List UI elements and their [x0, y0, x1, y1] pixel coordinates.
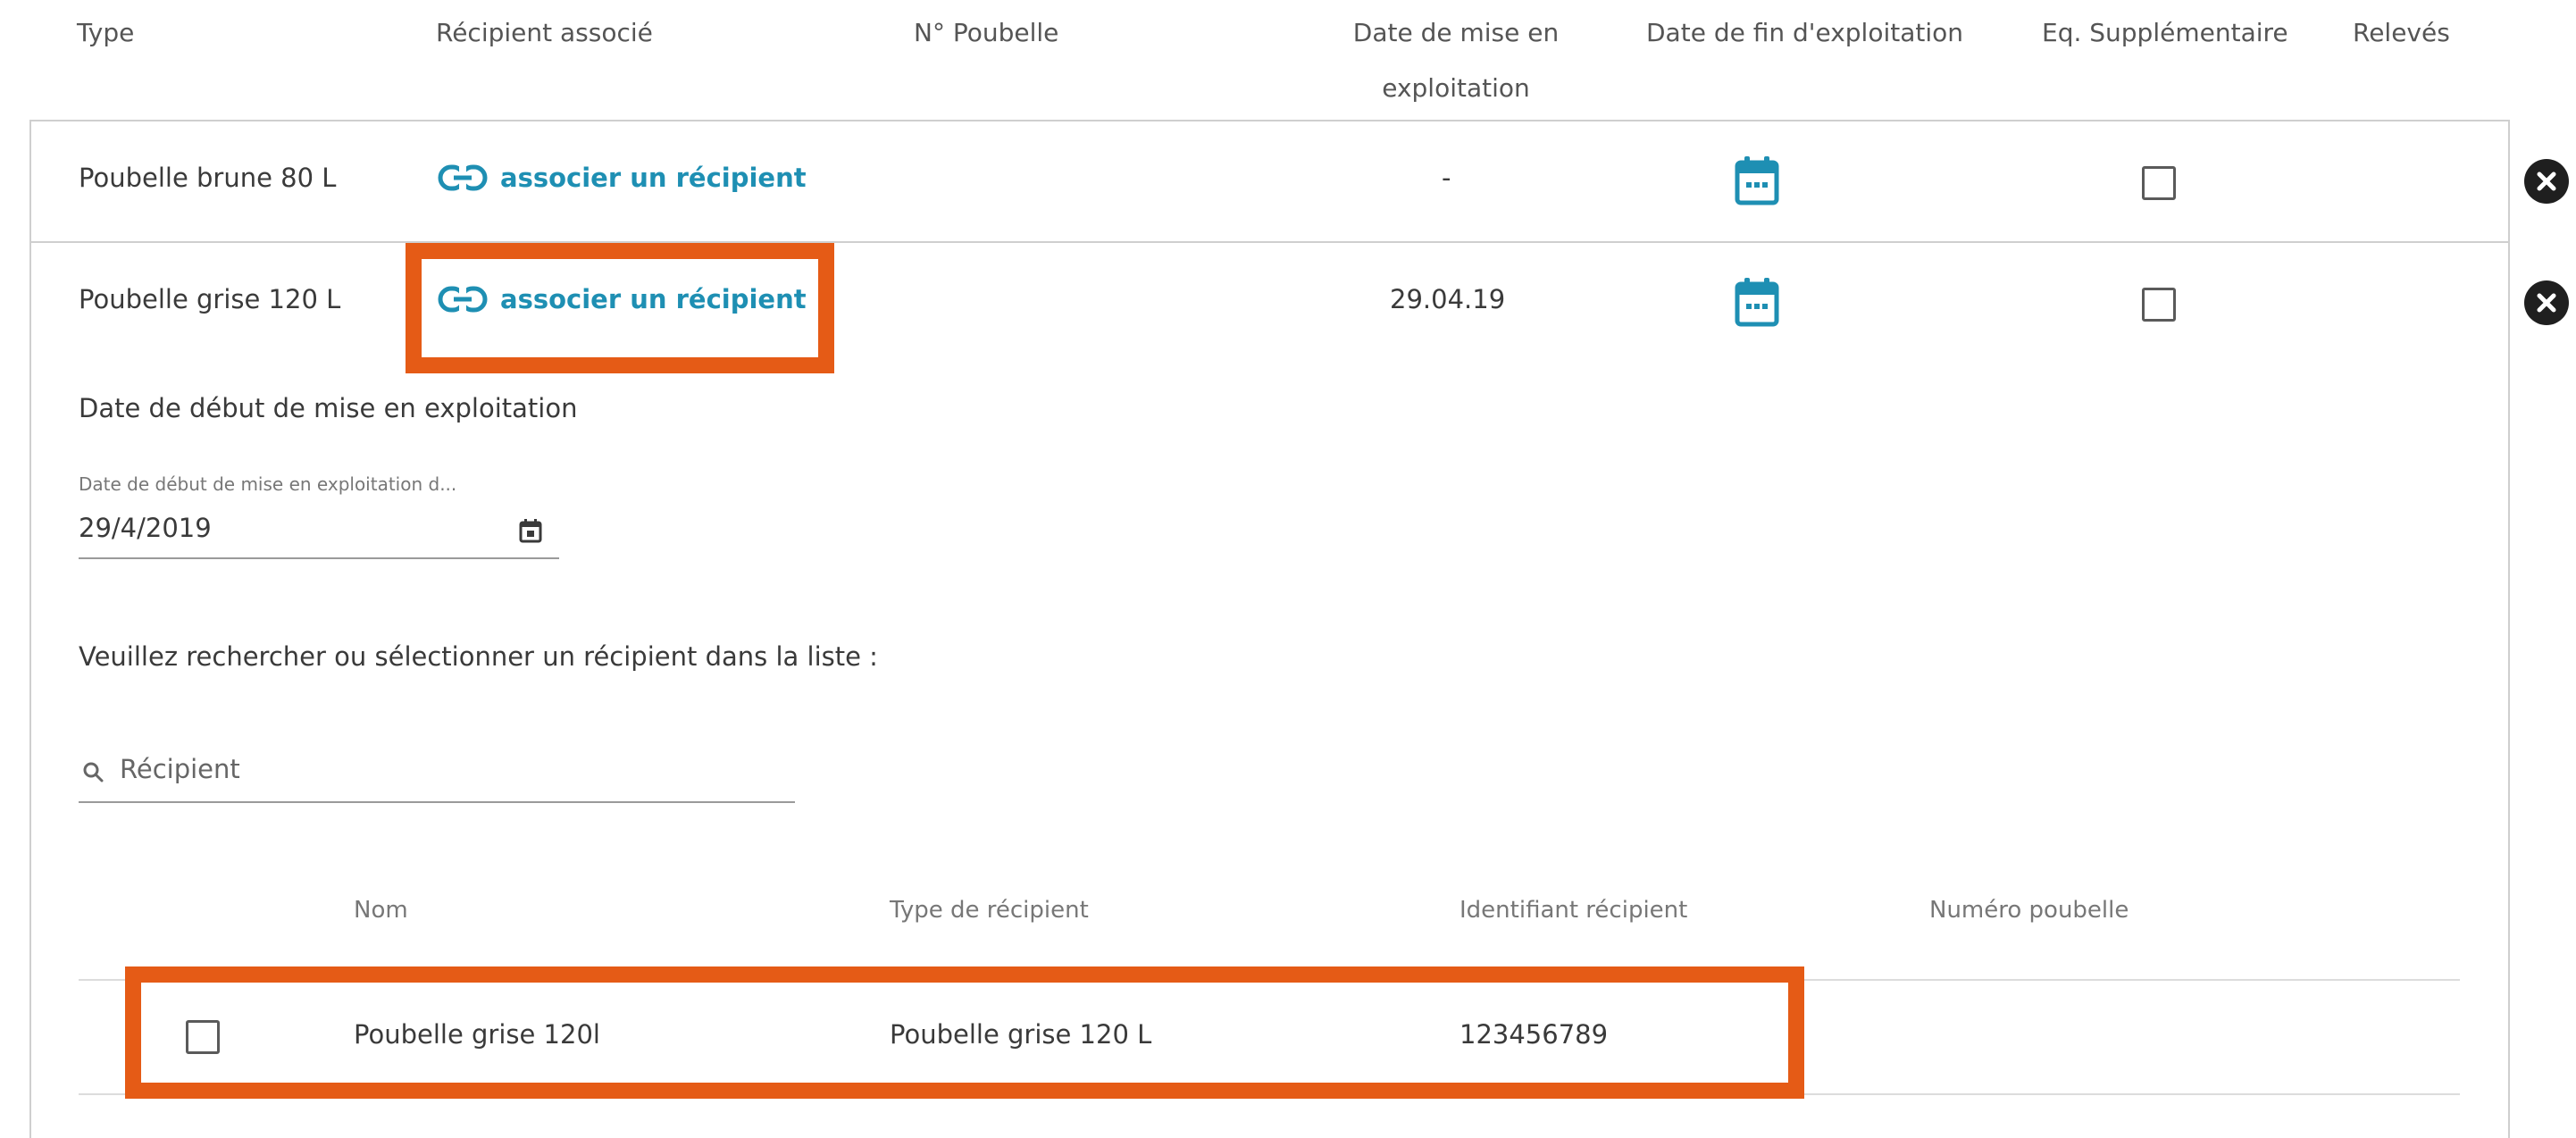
close-icon[interactable]: [2524, 280, 2569, 325]
date-field-underline: [79, 557, 559, 559]
associate-recipient-link[interactable]: associer un récipient: [438, 284, 807, 314]
search-placeholder: Récipient: [120, 754, 240, 784]
row-type: Poubelle brune 80 L: [79, 163, 337, 193]
header-start-date: Date de mise en exploitation: [1352, 18, 1560, 103]
table-header-name: Nom: [354, 897, 408, 924]
table-header-bin-number: Numéro poubelle: [1929, 897, 2129, 924]
date-field-label: Date de début de mise en exploitation d.…: [79, 473, 457, 495]
table-row-identifier: 123456789: [1459, 1019, 1609, 1050]
date-picker-icon[interactable]: [518, 517, 543, 548]
instruction-text: Veuillez rechercher ou sélectionner un r…: [79, 641, 878, 672]
link-chain-icon: [438, 163, 488, 192]
row-separator: [29, 241, 2510, 243]
search-input[interactable]: Récipient: [79, 749, 793, 795]
row-start-date: 29.04.19: [1390, 284, 1506, 314]
table-row-type: Poubelle grise 120 L: [890, 1019, 1152, 1050]
header-extra: Eq. Supplémentaire: [2042, 18, 2288, 47]
row-start-date: -: [1442, 163, 1451, 193]
calendar-icon[interactable]: [1735, 277, 1779, 331]
date-field-value[interactable]: 29/4/2019: [79, 513, 212, 543]
header-bin-number: N° Poubelle: [914, 18, 1059, 47]
table-row-name: Poubelle grise 120l: [354, 1019, 600, 1050]
row-type: Poubelle grise 120 L: [79, 284, 341, 314]
associate-recipient-label: associer un récipient: [500, 163, 807, 193]
associate-recipient-label: associer un récipient: [500, 284, 807, 314]
section-label: Date de début de mise en exploitation: [79, 393, 578, 423]
header-recipient: Récipient associé: [436, 18, 653, 47]
close-icon[interactable]: [2524, 159, 2569, 204]
recipient-select-checkbox[interactable]: [186, 1020, 220, 1054]
header-end-date: Date de fin d'exploitation: [1646, 18, 1964, 47]
associate-recipient-link[interactable]: associer un récipient: [438, 163, 807, 193]
header-type: Type: [77, 18, 135, 47]
link-chain-icon: [438, 285, 488, 314]
table-header-type: Type de récipient: [890, 897, 1089, 924]
extra-equipment-checkbox[interactable]: [2142, 288, 2176, 322]
table-header-identifier: Identifiant récipient: [1459, 897, 1688, 924]
search-underline: [79, 801, 795, 803]
calendar-icon[interactable]: [1735, 155, 1779, 209]
extra-equipment-checkbox[interactable]: [2142, 166, 2176, 200]
header-readings: Relevés: [2353, 18, 2450, 47]
